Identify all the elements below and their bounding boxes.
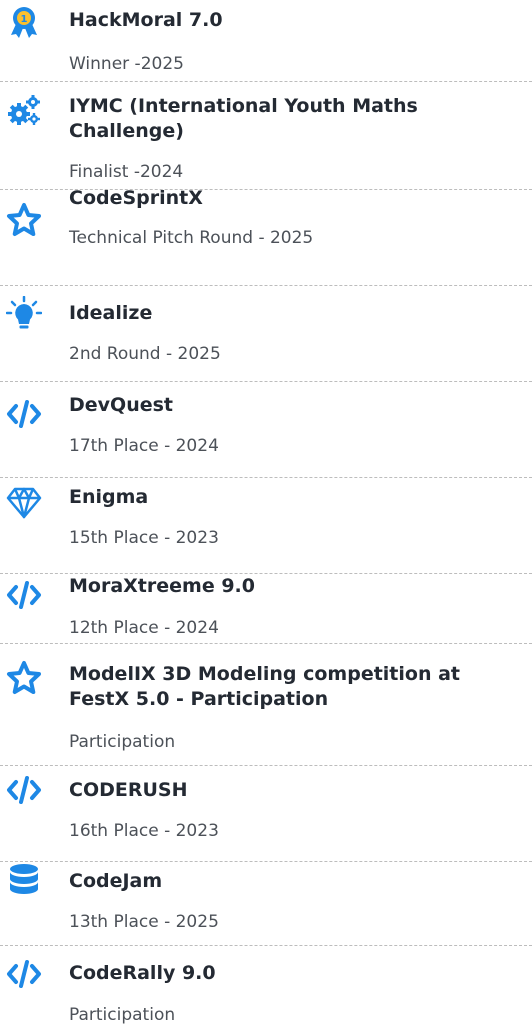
- achievement-subtitle: 15th Place - 2023: [69, 528, 219, 548]
- list-item: IYMC (International Youth Maths Challeng…: [0, 82, 532, 190]
- achievement-subtitle: 17th Place - 2024: [69, 436, 219, 456]
- achievement-subtitle: Finalist -2024: [69, 162, 184, 182]
- gem-icon: [6, 484, 42, 520]
- code-icon: [6, 396, 42, 432]
- database-icon: [6, 862, 42, 898]
- list-item: ModelIX 3D Modeling competition at FestX…: [0, 644, 532, 766]
- code-icon: [6, 772, 42, 808]
- code-icon: [6, 956, 42, 992]
- code-icon: [6, 577, 42, 613]
- list-item: CODERUSH 16th Place - 2023: [0, 766, 532, 862]
- achievement-subtitle: 13th Place - 2025: [69, 912, 219, 932]
- achievement-title: Enigma: [69, 486, 149, 508]
- star-outline-icon: [6, 660, 42, 696]
- gears-icon: [6, 92, 42, 128]
- list-item: 1 HackMoral 7.0 Winner -2025: [0, 0, 532, 82]
- achievement-subtitle: 12th Place - 2024: [69, 618, 219, 638]
- achievement-title: CodeSprintX: [69, 187, 203, 209]
- achievement-title: MoraXtreeme 9.0: [69, 575, 255, 597]
- list-item: CodeJam 13th Place - 2025: [0, 862, 532, 946]
- achievement-title: CodeRally 9.0: [69, 962, 216, 984]
- star-outline-icon: [6, 202, 42, 238]
- achievement-title: CODERUSH: [69, 779, 188, 801]
- list-item: CodeRally 9.0 Participation: [0, 946, 532, 1033]
- achievement-subtitle: Technical Pitch Round - 2025: [69, 228, 314, 248]
- list-item: Enigma 15th Place - 2023: [0, 478, 532, 574]
- achievement-subtitle: Participation: [69, 1005, 176, 1025]
- achievement-title: HackMoral 7.0: [69, 9, 223, 31]
- svg-text:1: 1: [21, 14, 28, 25]
- achievement-subtitle: 2nd Round - 2025: [69, 344, 221, 364]
- achievement-title: DevQuest: [69, 394, 173, 416]
- achievement-title: Idealize: [69, 302, 153, 324]
- achievement-title: ModelIX 3D Modeling competition at FestX…: [69, 663, 461, 710]
- achievement-subtitle: Participation: [69, 732, 176, 752]
- list-item: MoraXtreeme 9.0 12th Place - 2024: [0, 574, 532, 644]
- lightbulb-icon: [6, 296, 42, 332]
- achievement-subtitle: 16th Place - 2023: [69, 821, 219, 841]
- achievement-title: IYMC (International Youth Maths Challeng…: [69, 95, 418, 142]
- list-item: Idealize 2nd Round - 2025: [0, 286, 532, 382]
- award-medal-icon: 1: [6, 4, 42, 40]
- achievement-title: CodeJam: [69, 870, 163, 892]
- list-item: DevQuest 17th Place - 2024: [0, 382, 532, 478]
- achievement-subtitle: Winner -2025: [69, 54, 184, 74]
- list-item: CodeSprintX Technical Pitch Round - 2025: [0, 187, 532, 286]
